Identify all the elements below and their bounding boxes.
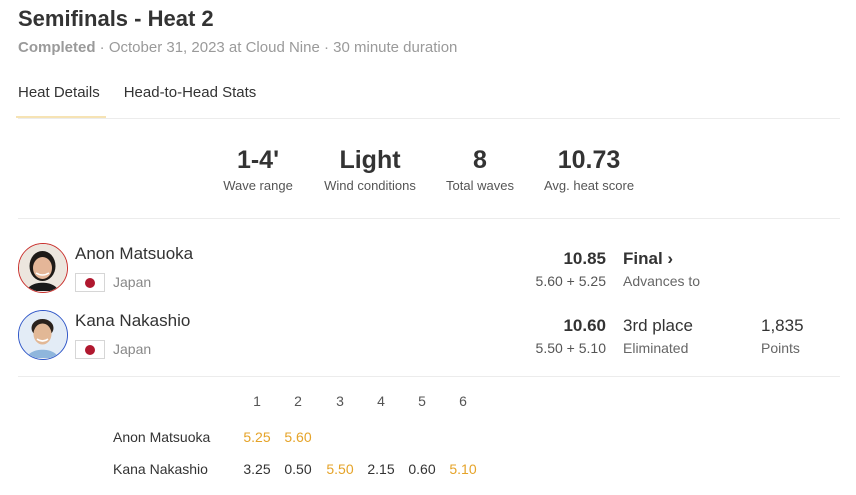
status-text: Completed: [18, 39, 96, 56]
avatar-image: [19, 311, 66, 358]
wave-score-cell: 5.10: [449, 461, 477, 477]
wave-score-cell: 5.25: [243, 429, 271, 445]
stat-value: 1-4': [236, 146, 280, 174]
result-subtext: Advances to: [623, 273, 701, 289]
wave-column-header: 5: [418, 393, 426, 409]
wave-score-cell: 0.50: [284, 461, 312, 477]
wave-score-cell: 2.15: [367, 461, 395, 477]
stat-total-waves: 8 Total waves: [440, 145, 520, 193]
page-title: Semifinals - Heat 2: [18, 6, 214, 31]
wave-row-athlete-name: Kana Nakashio: [113, 461, 208, 477]
total-score: 10.85: [563, 249, 606, 268]
result-label: Final: [623, 249, 663, 268]
heat-result: 3rd place Eliminated: [623, 316, 693, 356]
wave-score-cell: 3.25: [243, 461, 271, 477]
heat-score: 10.60 5.50 + 5.10: [536, 316, 606, 356]
wave-score-cell: 5.50: [326, 461, 354, 477]
tab-head-to-head-stats[interactable]: Head-to-Head Stats: [124, 84, 257, 118]
athlete-row[interactable]: Kana Nakashio Japan 10.60 5.50 + 5.10 3r…: [18, 310, 840, 362]
stat-wind-conditions: Light Wind conditions: [314, 145, 426, 193]
stat-wave-range: 1-4' Wave range: [216, 145, 300, 193]
japan-flag-icon: [75, 273, 105, 292]
wave-row-athlete-name: Anon Matsuoka: [113, 429, 211, 445]
stat-label: Wave range: [223, 178, 293, 193]
total-score: 10.60: [563, 316, 606, 335]
wave-column-header: 1: [253, 393, 261, 409]
heat-score: 10.85 5.60 + 5.25: [536, 249, 606, 289]
stat-label: Wind conditions: [324, 178, 416, 193]
result-subtext: Eliminated: [623, 340, 689, 356]
athletes-divider: [18, 376, 840, 377]
athlete-name[interactable]: Anon Matsuoka: [75, 244, 193, 264]
wave-score-cell: 0.60: [408, 461, 436, 477]
avatar-image: [19, 244, 66, 291]
tab-bar: Heat Details Head-to-Head Stats: [16, 84, 280, 118]
score-breakdown: 5.50 + 5.10: [535, 340, 606, 356]
athlete-name[interactable]: Kana Nakashio: [75, 311, 190, 331]
result-link[interactable]: Final ›: [623, 249, 700, 269]
heat-details-text: · October 31, 2023 at Cloud Nine · 30 mi…: [95, 39, 458, 56]
tab-divider: [18, 118, 840, 119]
athlete-points: 1,835 Points: [761, 316, 804, 356]
stat-value: Light: [339, 146, 401, 174]
japan-flag-icon: [75, 340, 105, 359]
points-label: Points: [761, 340, 800, 356]
wave-score-cell: 5.60: [284, 429, 312, 445]
heat-result[interactable]: Final › Advances to: [623, 249, 700, 289]
tab-heat-details[interactable]: Heat Details: [16, 84, 106, 118]
chevron-right-icon: ›: [667, 249, 674, 268]
athlete-avatar[interactable]: [18, 243, 68, 293]
wave-column-header: 6: [459, 393, 467, 409]
result-label: 3rd place: [623, 316, 693, 335]
athlete-row[interactable]: Anon Matsuoka Japan 10.85 5.60 + 5.25 Fi…: [18, 243, 840, 295]
stat-value: 8: [473, 146, 487, 174]
stat-label: Total waves: [446, 178, 514, 193]
stat-avg-heat-score: 10.73 Avg. heat score: [535, 145, 643, 193]
athlete-avatar[interactable]: [18, 310, 68, 360]
stat-label: Avg. heat score: [543, 178, 635, 193]
points-value: 1,835: [761, 316, 804, 335]
score-breakdown: 5.60 + 5.25: [535, 273, 606, 289]
stats-divider: [18, 218, 840, 219]
stat-value: 10.73: [557, 146, 621, 174]
heat-subtitle: Completed · October 31, 2023 at Cloud Ni…: [18, 39, 457, 56]
athlete-country: Japan: [113, 274, 152, 290]
athlete-country: Japan: [113, 341, 152, 357]
wave-column-header: 3: [336, 393, 344, 409]
wave-column-header: 4: [377, 393, 385, 409]
wave-column-header: 2: [294, 393, 302, 409]
